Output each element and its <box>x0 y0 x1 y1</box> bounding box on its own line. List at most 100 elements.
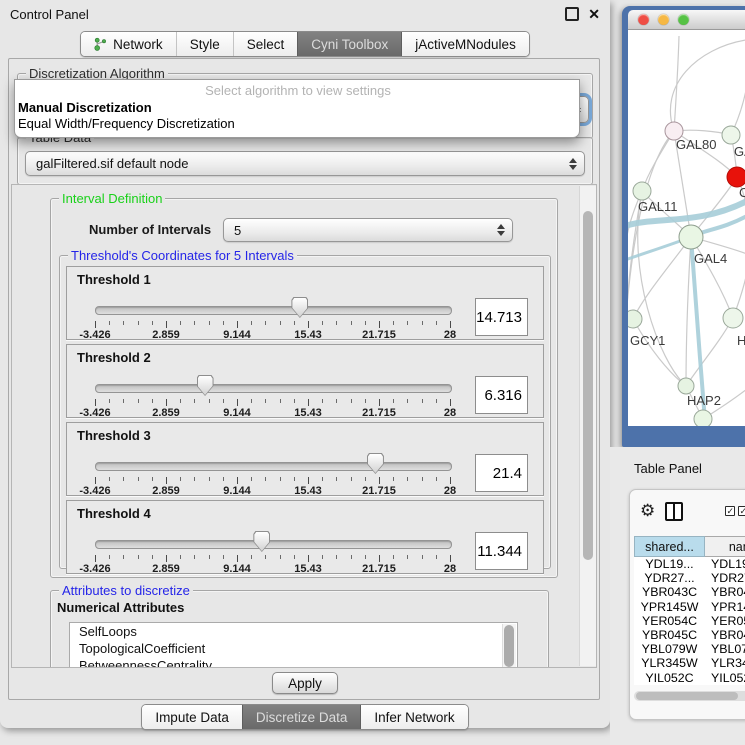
cell-name[interactable]: YER054C <box>705 614 745 628</box>
slider-tick <box>152 555 153 559</box>
float-window-icon[interactable] <box>565 7 579 21</box>
threshold-value-field[interactable]: 6.316 <box>475 376 528 414</box>
attributes-scrollbar-thumb[interactable] <box>504 625 514 667</box>
network-node-hap2[interactable] <box>678 378 694 394</box>
apply-button[interactable]: Apply <box>272 672 338 694</box>
slider-track[interactable] <box>95 384 452 393</box>
network-node-ga[interactable] <box>722 126 740 144</box>
table-row[interactable]: YLR345WYLR345W <box>634 656 745 670</box>
dropdown-option-equal-width-frequency[interactable]: Equal Width/Frequency Discretization <box>17 116 579 132</box>
slider-tick <box>280 477 281 481</box>
dropdown-option-manual-discretization[interactable]: Manual Discretization <box>17 100 579 116</box>
table-data-combobox[interactable]: galFiltered.sif default node <box>25 151 585 176</box>
zoom-traffic-light[interactable] <box>678 14 689 25</box>
cell-shared-name[interactable]: YLR345W <box>634 656 705 670</box>
slider-thumb[interactable] <box>197 375 214 396</box>
threshold-label: Threshold 3 <box>77 428 151 443</box>
cell-shared-name[interactable]: YDR27... <box>634 571 705 585</box>
tab-select[interactable]: Select <box>233 32 298 56</box>
tab-network[interactable]: Network <box>81 32 176 56</box>
tab-discretize-data[interactable]: Discretize Data <box>242 705 361 729</box>
cell-shared-name[interactable]: YPR145W <box>634 600 705 614</box>
tab-jactivemnodules[interactable]: jActiveMNodules <box>401 32 529 56</box>
network-node-gcy1[interactable] <box>628 310 642 328</box>
table-horizontal-scrollbar[interactable] <box>634 691 745 701</box>
cell-shared-name[interactable]: YIL052C <box>634 671 705 685</box>
slider-tick <box>265 477 266 481</box>
table-rows: YDL19...YDL19...YDR27...YDR27...YBR043CY… <box>634 557 745 685</box>
table-hscrollbar-thumb[interactable] <box>636 692 738 700</box>
cell-shared-name[interactable]: YDL19... <box>634 557 705 571</box>
minimize-traffic-light[interactable] <box>658 14 669 25</box>
column-header-shared-name[interactable]: shared... <box>634 536 705 557</box>
slider-track[interactable] <box>95 306 452 315</box>
threshold-4-panel: Threshold 4 -3.4262.8599.14415.4321.7152… <box>66 500 544 574</box>
number-of-intervals-combobox[interactable]: 5 <box>223 218 513 242</box>
threshold-value-field[interactable]: 21.4 <box>475 454 528 492</box>
table-row[interactable]: YBR043CYBR043C <box>634 585 745 599</box>
network-node-gal11[interactable] <box>633 182 651 200</box>
table-row[interactable]: YDL19...YDL19... <box>634 557 745 571</box>
settings-scroll-area: Interval Definition Number of Intervals … <box>11 184 597 668</box>
gear-icon[interactable]: ⚙ <box>640 502 655 520</box>
tab-cyni-toolbox[interactable]: Cyni Toolbox <box>297 32 401 56</box>
cell-name[interactable]: YIL052C <box>705 671 745 685</box>
slider-tick <box>436 321 437 325</box>
slider-tick <box>138 399 139 403</box>
network-node-h[interactable] <box>723 308 743 328</box>
slider-thumb[interactable] <box>253 531 270 552</box>
slider-tick <box>365 399 366 403</box>
slider-thumb[interactable] <box>367 453 384 474</box>
cell-name[interactable]: YBR045C <box>705 628 745 642</box>
cell-shared-name[interactable]: YBR045C <box>634 628 705 642</box>
slider-tick <box>152 477 153 481</box>
attributes-scrollbar[interactable] <box>502 624 516 668</box>
column-header-name[interactable]: name <box>705 536 745 557</box>
slider-thumb[interactable] <box>291 297 308 318</box>
table-row[interactable]: YER054CYER054C <box>634 614 745 628</box>
cell-name[interactable]: YPR145W <box>705 600 745 614</box>
slider-track[interactable] <box>95 540 452 549</box>
table-row[interactable]: YPR145WYPR145W <box>634 600 745 614</box>
network-node-gal4[interactable] <box>679 225 703 249</box>
slider-tick-label: 2.859 <box>152 407 180 419</box>
slider-tick <box>379 477 380 484</box>
table-row[interactable]: YIL052CYIL052C <box>634 671 745 685</box>
close-traffic-light[interactable] <box>638 14 649 25</box>
checkbox-icon[interactable]: ✓ <box>725 506 735 516</box>
cell-shared-name[interactable]: YBR043C <box>634 585 705 599</box>
tab-infer-network[interactable]: Infer Network <box>360 705 467 729</box>
cell-name[interactable]: YLR345W <box>705 656 745 670</box>
numerical-attributes-label: Numerical Attributes <box>57 600 184 615</box>
checkbox-icon[interactable]: ✓ <box>738 506 745 516</box>
cell-shared-name[interactable]: YBL079W <box>634 642 705 656</box>
network-node[interactable] <box>694 410 712 426</box>
main-vertical-scrollbar[interactable] <box>579 186 596 666</box>
slider-tick <box>393 555 394 559</box>
tab-label: Network <box>113 37 163 52</box>
network-node-c[interactable] <box>727 167 745 187</box>
cell-name[interactable]: YDL19... <box>705 557 745 571</box>
attribute-item-topologicalcoefficient[interactable]: TopologicalCoefficient <box>70 640 517 657</box>
slider-track[interactable] <box>95 462 452 471</box>
table-row[interactable]: YDR27...YDR27... <box>634 571 745 585</box>
column-layout-icon[interactable] <box>665 502 683 521</box>
cell-name[interactable]: YBL079W <box>705 642 745 656</box>
attribute-item-betweennesscentrality[interactable]: BetweennessCentrality <box>70 657 517 668</box>
tab-style[interactable]: Style <box>176 32 233 56</box>
tab-label: Infer Network <box>374 710 454 725</box>
cell-shared-name[interactable]: YER054C <box>634 614 705 628</box>
tab-impute-data[interactable]: Impute Data <box>142 705 242 729</box>
table-row[interactable]: YBL079WYBL079W <box>634 642 745 656</box>
close-icon[interactable]: ✕ <box>588 7 600 21</box>
slider-tick-label: 9.144 <box>223 329 251 341</box>
threshold-value-field[interactable]: 11.344 <box>475 532 528 570</box>
cell-name[interactable]: YBR043C <box>705 585 745 599</box>
attribute-item-selfloops[interactable]: SelfLoops <box>70 623 517 640</box>
network-canvas[interactable]: GAL80GACGAL11GAL4GCY1HHAP2 <box>628 30 745 426</box>
threshold-value-field[interactable]: 14.713 <box>475 298 528 336</box>
main-scrollbar-thumb[interactable] <box>583 211 593 560</box>
cell-name[interactable]: YDR27... <box>705 571 745 585</box>
table-row[interactable]: YBR045CYBR045C <box>634 628 745 642</box>
slider-tick-label: 15.43 <box>294 563 322 575</box>
